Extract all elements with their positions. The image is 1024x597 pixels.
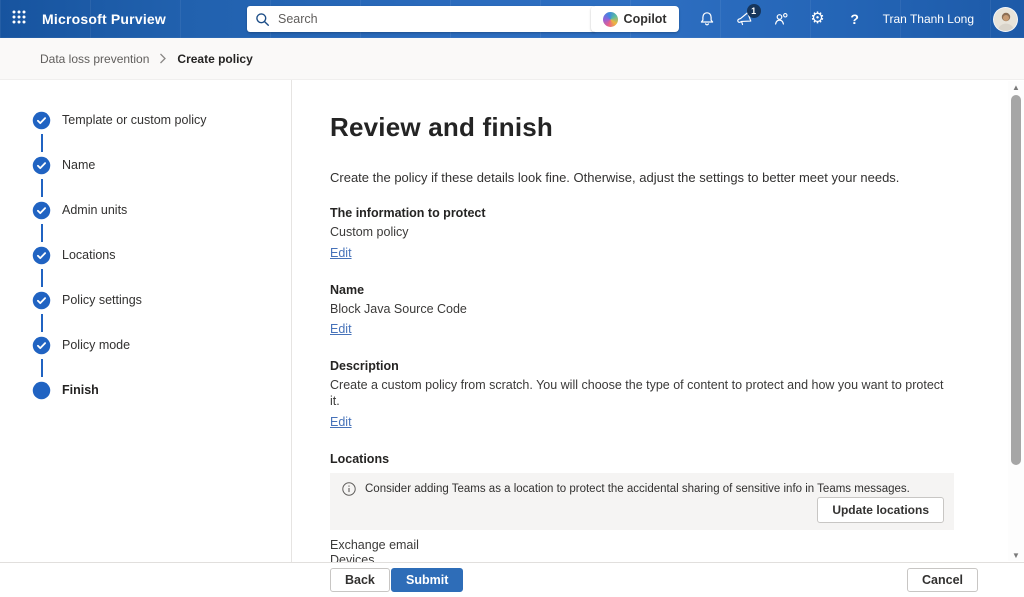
notification-badge: 1 [746, 4, 761, 18]
page-title: Review and finish [330, 112, 554, 142]
feedback-button[interactable] [772, 10, 790, 28]
step-admin-units[interactable]: Admin units [32, 201, 291, 246]
user-name[interactable]: Tran Thanh Long [883, 12, 974, 26]
purview-app: Microsoft Purview Copilot [0, 0, 1024, 597]
step-complete-icon [32, 336, 51, 355]
section-description: Description Create a custom policy from … [330, 359, 954, 430]
step-complete-icon [32, 291, 51, 310]
section-heading: The information to protect [330, 206, 486, 220]
step-name[interactable]: Name [32, 156, 291, 201]
step-complete-icon [32, 201, 51, 220]
step-policy-settings[interactable]: Policy settings [32, 291, 291, 336]
help-button[interactable]: ? [846, 10, 864, 28]
step-label: Locations [62, 248, 116, 262]
review-pane: Review and finish Create the policy if t… [292, 80, 1024, 562]
section-locations: Locations Consider adding Teams as a loc… [330, 451, 954, 562]
section-value: Create a custom policy from scratch. You… [330, 378, 944, 408]
bell-icon [699, 11, 715, 27]
submit-button[interactable]: Submit [391, 568, 464, 592]
settings-button[interactable]: ⚙ [809, 10, 827, 28]
section-heading: Description [330, 359, 399, 374]
search-icon [255, 12, 270, 27]
cancel-button[interactable]: Cancel [907, 568, 978, 592]
breadcrumb-current: Create policy [177, 51, 253, 66]
edit-info-to-protect-link[interactable]: Edit [330, 246, 352, 260]
step-label: Template or custom policy [62, 113, 207, 127]
section-name: Name Block Java Source Code Edit [330, 283, 954, 339]
step-complete-icon [32, 156, 51, 175]
chevron-right-icon [159, 53, 167, 64]
gear-icon: ⚙ [810, 10, 825, 27]
section-value: Block Java Source Code [330, 301, 467, 316]
step-policy-mode[interactable]: Policy mode [32, 336, 291, 381]
step-label: Name [62, 158, 96, 172]
wizard-footer: Back Submit Cancel [0, 562, 1024, 597]
copilot-label: Copilot [623, 12, 667, 26]
section-value: Custom policy [330, 225, 409, 239]
step-complete-icon [32, 246, 51, 265]
top-right-cluster: Copilot 1 ⚙ ? Tran Thanh Long [590, 0, 1024, 38]
banner-message: Consider adding Teams as a location to p… [365, 482, 910, 495]
teams-suggestion-banner: Consider adding Teams as a location to p… [330, 472, 954, 530]
user-avatar[interactable] [993, 6, 1018, 32]
help-icon: ? [850, 11, 859, 27]
edit-name-link[interactable]: Edit [330, 322, 352, 336]
section-information-to-protect: The information to protect Custom policy… [330, 206, 954, 262]
section-heading: Locations [330, 451, 390, 466]
step-label: Policy mode [62, 338, 131, 352]
announcements-button[interactable]: 1 [735, 4, 761, 28]
section-heading: Name [330, 282, 365, 297]
edit-description-link[interactable]: Edit [330, 415, 352, 429]
step-finish[interactable]: Finish [32, 381, 291, 426]
update-locations-button[interactable]: Update locations [817, 496, 944, 523]
person-feedback-icon [773, 11, 789, 27]
app-title: Microsoft Purview [42, 11, 166, 27]
scroll-up-arrow[interactable]: ▲ [1008, 81, 1024, 93]
intro-text: Create the policy if these details look … [330, 170, 900, 185]
top-bar: Microsoft Purview Copilot [0, 0, 1024, 38]
location-value: Exchange email [330, 537, 419, 552]
wizard-steps-sidebar: Template or custom policy Name Admin uni… [0, 80, 292, 562]
search-box[interactable] [247, 6, 596, 32]
step-label: Admin units [62, 203, 128, 217]
back-button[interactable]: Back [330, 568, 390, 592]
vertical-scrollbar[interactable]: ▲ ▼ [1008, 81, 1024, 561]
info-icon [342, 481, 356, 496]
search-input[interactable] [278, 12, 588, 26]
scrollbar-thumb[interactable] [1011, 95, 1021, 465]
step-label: Finish [62, 383, 99, 397]
breadcrumb-parent[interactable]: Data loss prevention [40, 52, 149, 66]
app-launcher-button[interactable] [0, 0, 38, 38]
location-value: Devices [330, 553, 375, 562]
step-locations[interactable]: Locations [32, 246, 291, 291]
scroll-down-arrow[interactable]: ▼ [1008, 549, 1024, 561]
step-complete-icon [32, 111, 51, 130]
notifications-button[interactable] [698, 10, 716, 28]
wizard-body: Template or custom policy Name Admin uni… [0, 80, 1024, 562]
copilot-button[interactable]: Copilot [590, 6, 679, 32]
step-label: Policy settings [62, 293, 142, 307]
step-template-or-custom-policy[interactable]: Template or custom policy [32, 111, 291, 156]
breadcrumb: Data loss prevention Create policy [0, 38, 1024, 80]
waffle-icon [12, 10, 26, 29]
step-current-icon [32, 381, 51, 400]
copilot-icon [602, 11, 618, 27]
